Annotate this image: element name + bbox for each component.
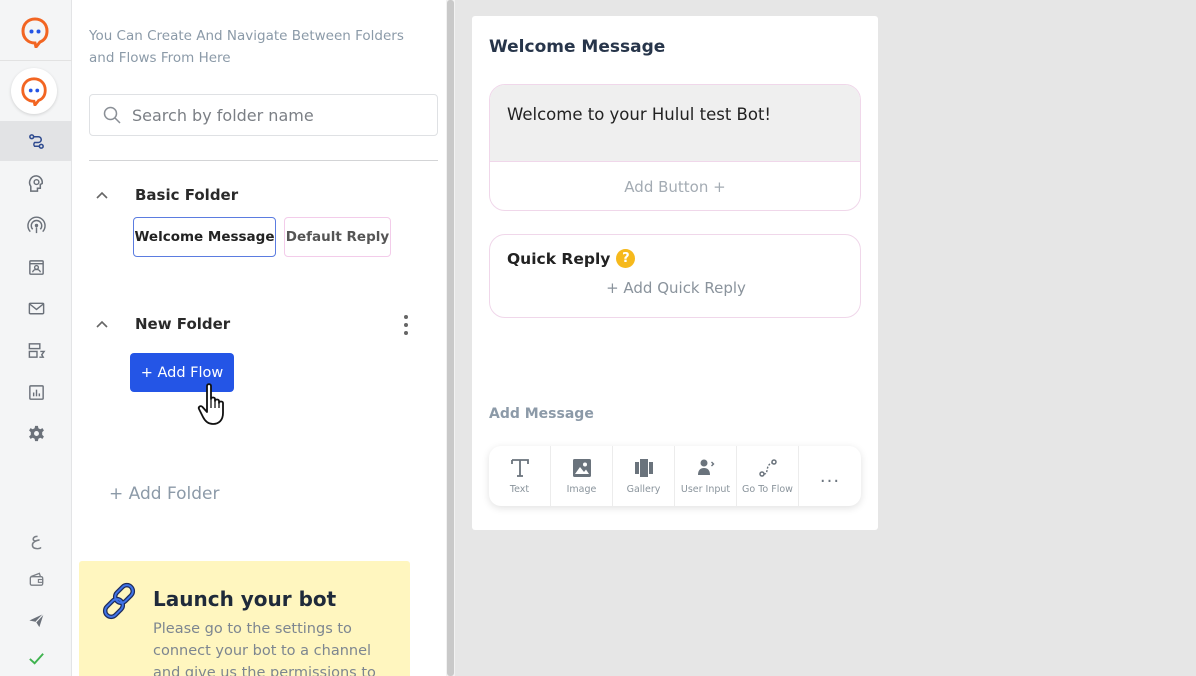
message-text[interactable]: Welcome to your Hulul test Bot! (490, 85, 860, 161)
tool-gallery[interactable]: Gallery (613, 446, 675, 506)
link-chain-icon (102, 582, 136, 620)
launch-text: Please go to the settings to connect you… (153, 621, 376, 676)
templates-icon (28, 342, 45, 358)
broadcast-icon (26, 216, 46, 233)
nav-mail[interactable] (0, 288, 72, 328)
analytics-icon (28, 384, 44, 400)
tool-label: Gallery (626, 484, 661, 495)
message-type-toolbar: Text Image Gallery User Input Go To Flow… (489, 446, 861, 506)
check-icon (28, 652, 44, 665)
icon-rail: ع (0, 0, 72, 676)
nav-broadcast[interactable] (0, 205, 72, 245)
language-glyph: ع (30, 528, 42, 550)
nav-bot-brain[interactable] (0, 163, 72, 203)
nav-contacts[interactable] (0, 247, 72, 287)
message-card: Welcome to your Hulul test Bot! Add Butt… (489, 84, 861, 211)
chevron-up-icon (96, 320, 108, 328)
folder-name[interactable]: New Folder (135, 315, 230, 333)
nav-settings[interactable] (0, 413, 72, 453)
quick-reply-card: Quick Reply ? + Add Quick Reply (489, 234, 861, 318)
language-switch[interactable]: ع (0, 519, 72, 559)
tool-label: Go To Flow (742, 484, 793, 495)
quick-reply-label: Quick Reply (507, 249, 611, 268)
quick-reply-title: Quick Reply ? (507, 249, 636, 268)
send-plane-icon (28, 612, 44, 627)
brand-logo-icon (19, 16, 51, 51)
launch-title: Launch your bot (153, 587, 337, 611)
nav-status[interactable] (0, 638, 72, 676)
collapse-basic-folder[interactable] (94, 187, 110, 203)
flow-title: Welcome Message (489, 37, 666, 57)
tool-label: User Input (680, 484, 731, 495)
contacts-icon (28, 259, 44, 275)
flow-chip-default-reply[interactable]: Default Reply (284, 217, 391, 257)
panel-scrollbar[interactable] (446, 0, 455, 676)
tool-more[interactable]: ... (799, 446, 861, 506)
add-folder-button[interactable]: + Add Folder (109, 484, 220, 504)
text-icon (510, 459, 529, 477)
user-input-icon (697, 459, 714, 475)
tool-text[interactable]: Text (489, 446, 551, 506)
scrollbar-thumb[interactable] (447, 0, 454, 676)
folder-basic: Basic Folder (94, 186, 238, 204)
bot-logo-icon (21, 77, 47, 106)
wallet-icon (29, 571, 43, 586)
folder-search-input[interactable] (132, 105, 422, 125)
tool-user-input[interactable]: User Input (675, 446, 737, 506)
image-icon (572, 459, 591, 477)
nav-flows[interactable] (0, 121, 72, 161)
folder-new: New Folder (94, 315, 230, 333)
nav-wallet[interactable] (0, 559, 72, 599)
nav-publish[interactable] (0, 600, 72, 640)
tool-label: Text (509, 484, 530, 495)
flows-icon (28, 133, 44, 149)
more-options-icon: ... (819, 465, 841, 487)
settings-gear-icon (28, 425, 44, 441)
panel-divider (89, 160, 438, 161)
nav-templates[interactable] (0, 330, 72, 370)
nav-analytics[interactable] (0, 372, 72, 412)
tool-label: Image (566, 484, 597, 495)
search-icon (103, 106, 121, 124)
add-button-button[interactable]: Add Button + (490, 161, 860, 210)
gallery-icon (634, 459, 653, 477)
mail-icon (28, 302, 44, 314)
hand-pointer-cursor-icon (197, 383, 224, 425)
add-quick-reply-button[interactable]: + Add Quick Reply (490, 279, 862, 297)
flow-chip-welcome-message[interactable]: Welcome Message (133, 217, 276, 257)
go-to-flow-icon (758, 459, 777, 477)
bot-brain-icon (28, 174, 43, 192)
tool-go-to-flow[interactable]: Go To Flow (737, 446, 799, 506)
chevron-up-icon (96, 191, 108, 199)
add-message-label: Add Message (489, 406, 594, 422)
folder-name[interactable]: Basic Folder (135, 186, 238, 204)
folders-panel: You Can Create And Navigate Between Fold… (72, 0, 446, 676)
help-icon[interactable]: ? (616, 249, 636, 268)
folder-search[interactable] (89, 94, 438, 136)
rail-divider (0, 60, 72, 61)
folders-hint: You Can Create And Navigate Between Fold… (89, 28, 404, 66)
folder-options-kebab-icon[interactable] (401, 313, 411, 337)
collapse-new-folder[interactable] (94, 316, 110, 332)
bot-avatar[interactable] (11, 68, 57, 114)
tool-image[interactable]: Image (551, 446, 613, 506)
flow-editor-card: Welcome Message Welcome to your Hulul te… (472, 16, 878, 530)
launch-bot-card: Launch your bot Please go to the setting… (79, 561, 410, 676)
